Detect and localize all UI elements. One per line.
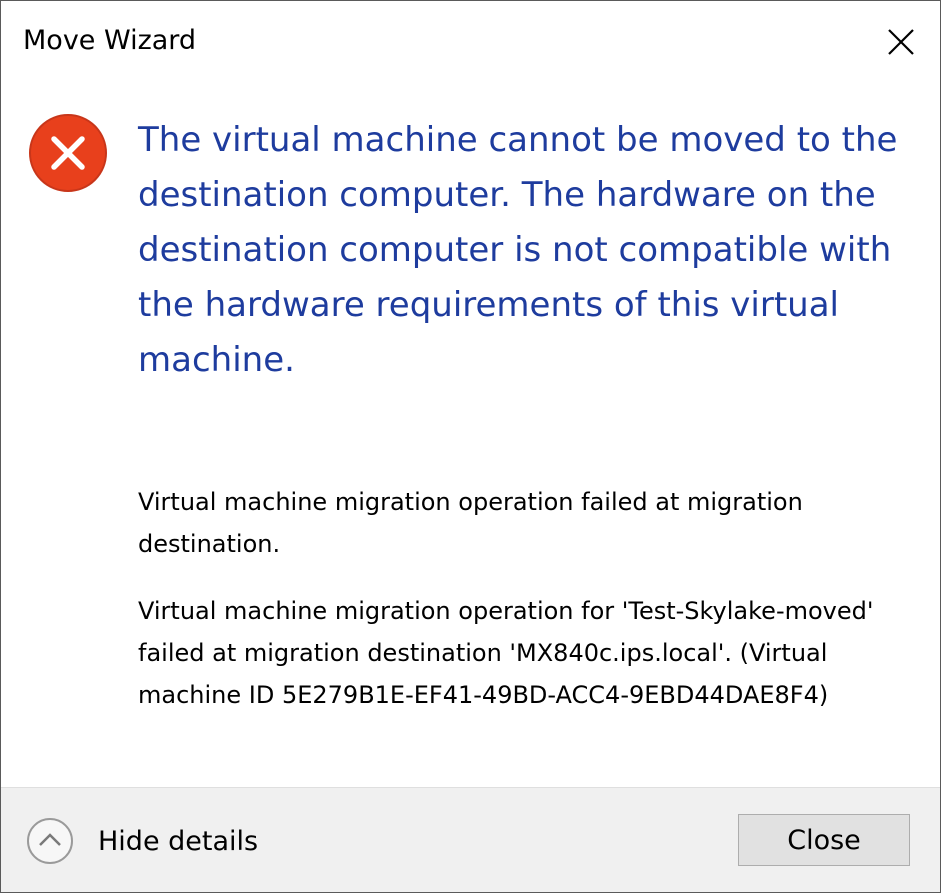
hide-details-toggle[interactable]: Hide details: [26, 815, 258, 867]
chevron-up-icon: [27, 818, 73, 864]
error-icon: [29, 114, 107, 192]
move-wizard-dialog: Move Wizard The virtual machine cannot b…: [0, 0, 941, 893]
main-instruction: The virtual machine cannot be moved to t…: [138, 120, 898, 380]
close-icon: [888, 29, 914, 55]
dialog-footer: Hide details Close: [1, 787, 940, 892]
detail-text: Virtual machine migration operation fail…: [138, 488, 803, 558]
close-window-button[interactable]: [873, 19, 929, 65]
dialog-content: The virtual machine cannot be moved to t…: [1, 85, 940, 787]
hide-details-label: Hide details: [98, 825, 259, 857]
window-title: Move Wizard: [23, 25, 197, 56]
title-bar: Move Wizard: [1, 1, 940, 85]
close-button[interactable]: Close: [738, 814, 910, 866]
detail-text: Virtual machine migration operation for …: [138, 597, 874, 709]
